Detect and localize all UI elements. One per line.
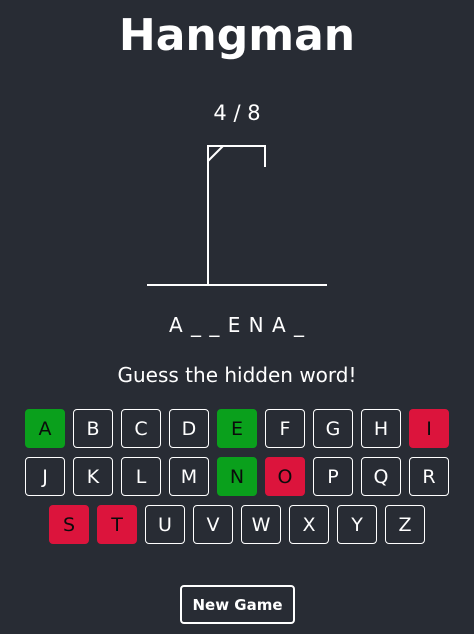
- letter-key-l[interactable]: L: [121, 457, 161, 496]
- letter-key-u[interactable]: U: [145, 505, 185, 544]
- game-prompt: Guess the hidden word!: [117, 363, 357, 387]
- letter-key-z[interactable]: Z: [385, 505, 425, 544]
- new-game-button[interactable]: New Game: [180, 585, 295, 624]
- letter-key-x[interactable]: X: [289, 505, 329, 544]
- letter-key-r[interactable]: R: [409, 457, 449, 496]
- letter-key-d[interactable]: D: [169, 409, 209, 448]
- letter-key-g[interactable]: G: [313, 409, 353, 448]
- keyboard-row-1: A B C D E F G H I: [0, 409, 474, 448]
- letter-key-m[interactable]: M: [169, 457, 209, 496]
- letter-key-v[interactable]: V: [193, 505, 233, 544]
- letter-key-t[interactable]: T: [97, 505, 137, 544]
- letter-key-j[interactable]: J: [25, 457, 65, 496]
- letter-key-b[interactable]: B: [73, 409, 113, 448]
- letter-key-i[interactable]: I: [409, 409, 449, 448]
- letter-key-a[interactable]: A: [25, 409, 65, 448]
- letter-key-f[interactable]: F: [265, 409, 305, 448]
- gallows-brace: [207, 145, 224, 162]
- letter-key-y[interactable]: Y: [337, 505, 377, 544]
- masked-word: A _ _ E N A _: [168, 313, 306, 337]
- letter-key-o[interactable]: O: [265, 457, 305, 496]
- page-title: Hangman: [118, 10, 356, 61]
- guess-counter: 4 / 8: [213, 101, 261, 125]
- keyboard-row-3: S T U V W X Y Z: [0, 505, 474, 544]
- letter-key-q[interactable]: Q: [361, 457, 401, 496]
- letter-key-k[interactable]: K: [73, 457, 113, 496]
- letter-key-c[interactable]: C: [121, 409, 161, 448]
- letter-keyboard: A B C D E F G H I J K L M N O P Q R S T …: [0, 409, 474, 553]
- keyboard-row-2: J K L M N O P Q R: [0, 457, 474, 496]
- gallows-drawing: [147, 145, 327, 286]
- letter-key-e[interactable]: E: [217, 409, 257, 448]
- letter-key-h[interactable]: H: [361, 409, 401, 448]
- letter-key-n[interactable]: N: [217, 457, 257, 496]
- letter-key-w[interactable]: W: [241, 505, 281, 544]
- letter-key-s[interactable]: S: [49, 505, 89, 544]
- letter-key-p[interactable]: P: [313, 457, 353, 496]
